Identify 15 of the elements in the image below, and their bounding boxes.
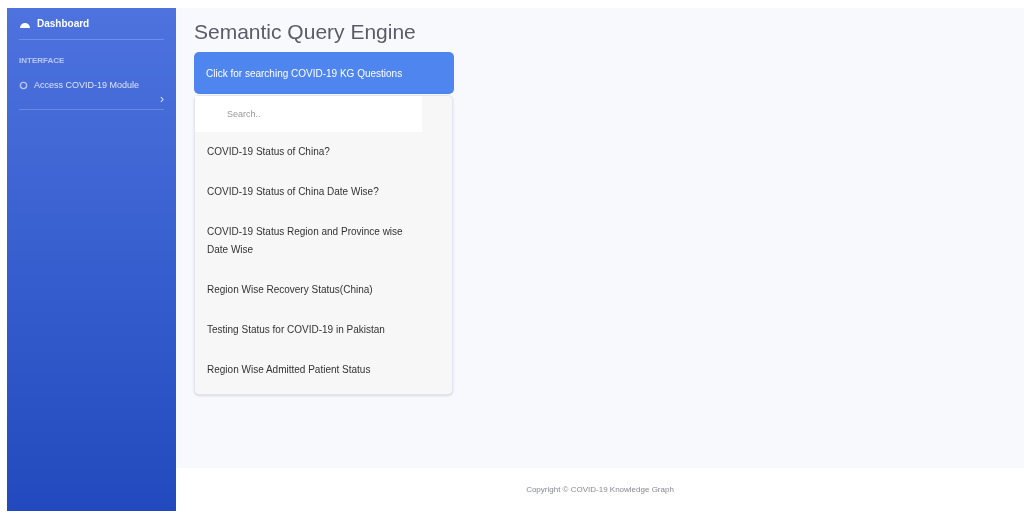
- dropdown-item[interactable]: COVID-19 Status of China Date Wise?: [195, 172, 435, 212]
- copyright-text: Copyright © COVID-19 Knowledge Graph: [526, 483, 674, 496]
- page-title: Semantic Query Engine: [194, 19, 416, 45]
- dropdown-item[interactable]: COVID-19 Status of China?: [195, 132, 435, 172]
- section-heading: INTERFACE: [19, 55, 66, 67]
- dropdown-item[interactable]: Testing Status for COVID-19 in Pakistan: [195, 310, 435, 350]
- dropdown-item[interactable]: Region Wise Recovery Status(China): [195, 270, 435, 310]
- dropdown-item[interactable]: Region Wise Admitted Patient Status: [195, 350, 435, 390]
- chevron-icon: ›: [160, 92, 164, 105]
- sidebar-item-label: Access COVID-19 Module: [34, 79, 140, 92]
- sidebar-item[interactable]: Access COVID-19 Module ›: [19, 79, 164, 110]
- dashboard-link[interactable]: Dashboard: [37, 16, 90, 31]
- search-questions-button[interactable]: Click for searching COVID-19 KG Questions: [194, 52, 454, 94]
- search-field[interactable]: Search..: [195, 96, 422, 132]
- dropdown-item[interactable]: COVID-19 Status Region and Province wise Date Wise: [195, 212, 435, 270]
